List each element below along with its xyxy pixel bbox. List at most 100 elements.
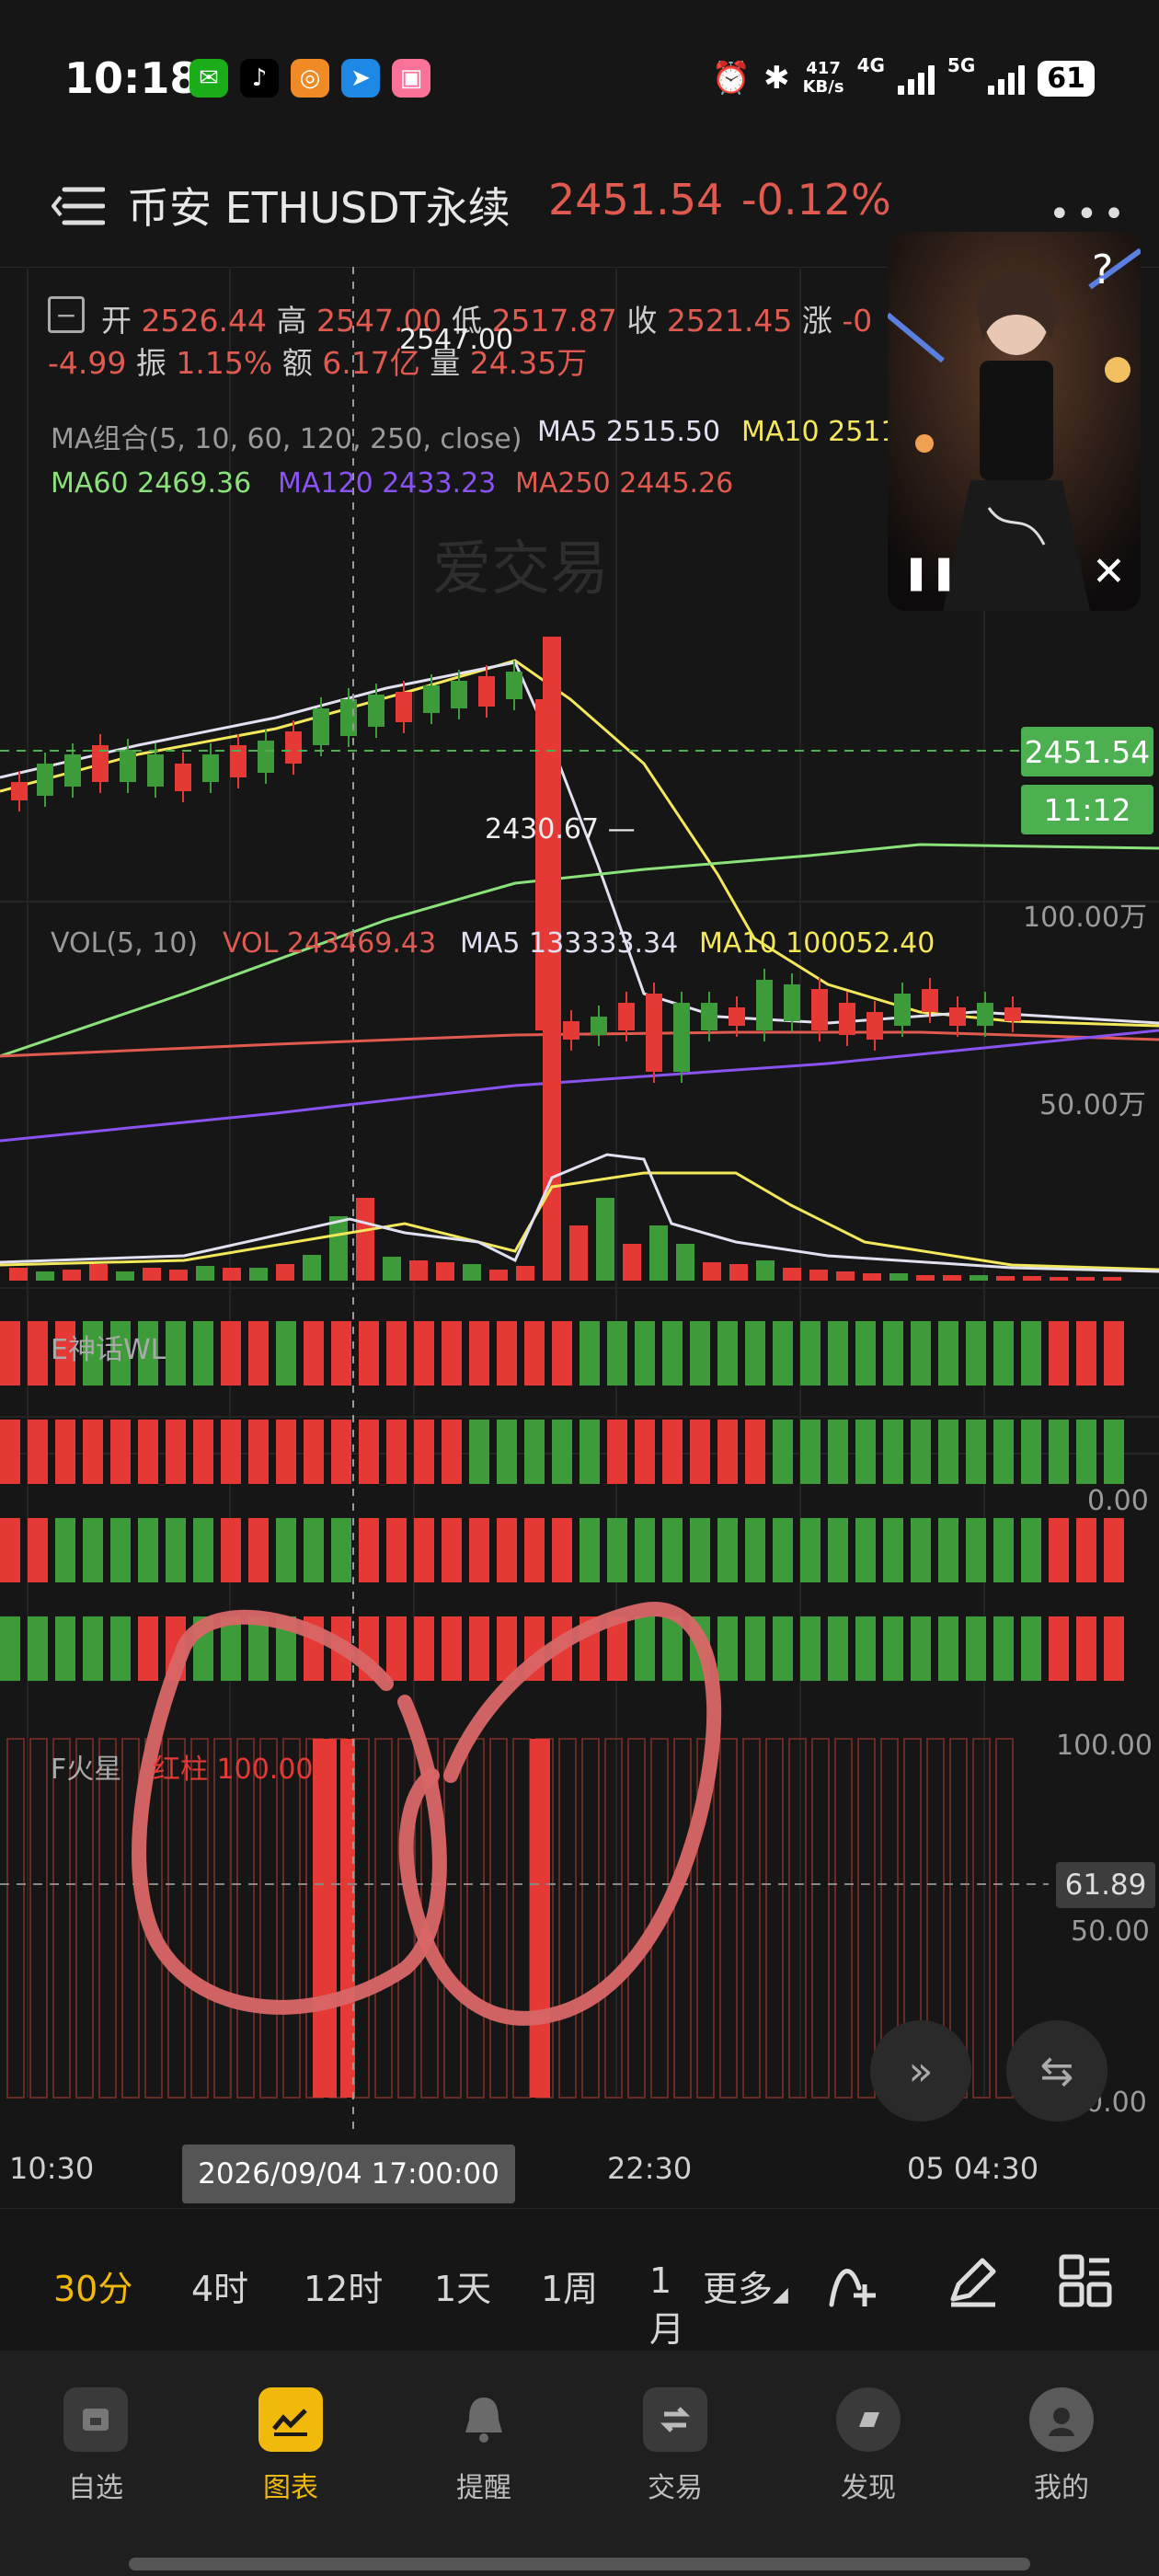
f-signal-bar (313, 1739, 337, 2098)
candle (949, 1007, 966, 1026)
nav-watchlist[interactable]: 自选 (31, 2387, 160, 2505)
nav-label: 我的 (1034, 2472, 1089, 2504)
more-icon[interactable]: ••• (1049, 193, 1130, 236)
e-indicator-bar (745, 1518, 765, 1582)
e-indicator-bar (1076, 1321, 1096, 1386)
nav-chart[interactable]: 图表 (226, 2387, 355, 2505)
menu-icon[interactable] (52, 184, 105, 228)
e-indicator-bar (828, 1321, 848, 1386)
e-indicator-bar (745, 1321, 765, 1386)
help-icon[interactable]: ? (1092, 247, 1113, 293)
e-indicator-bar (855, 1616, 876, 1681)
net-5g-label: 5G (947, 54, 976, 76)
e-indicator-bar (469, 1420, 489, 1484)
fast-forward-button[interactable]: » (870, 2020, 971, 2122)
nav-profile[interactable]: 我的 (997, 2387, 1126, 2505)
signal-5g-icon (988, 62, 1026, 95)
nav-trade[interactable]: 交易 (611, 2387, 740, 2505)
nav-alerts[interactable]: 提醒 (419, 2387, 548, 2505)
e-indicator-bar (911, 1420, 931, 1484)
period-1d[interactable]: 1天 (434, 2260, 491, 2311)
e-indicator-bar (1021, 1420, 1041, 1484)
volume-bar (970, 1275, 988, 1281)
f-indicator-bar (374, 1738, 393, 2099)
f-indicator-bar (6, 1738, 25, 2099)
period-4h[interactable]: 4时 (191, 2260, 248, 2311)
draw-pencil-icon[interactable] (942, 2251, 1001, 2310)
candle (202, 754, 219, 782)
volume-bar (356, 1198, 374, 1281)
e-indicator-bar (469, 1616, 489, 1681)
period-1m[interactable]: 1月 (649, 2260, 683, 2352)
net-4g-label: 4G (856, 54, 885, 76)
e-indicator-bar (1049, 1616, 1069, 1681)
watchlist-icon (63, 2387, 128, 2452)
candle (756, 980, 773, 1030)
price-change: -0.12% (741, 175, 891, 224)
e-indicator-bar (276, 1420, 296, 1484)
indicator-add-icon[interactable] (824, 2251, 883, 2310)
e-indicator-bar (55, 1420, 75, 1484)
e-indicator-bar (966, 1321, 986, 1386)
e-indicator-bar (662, 1518, 683, 1582)
e-indicator-bar (304, 1321, 324, 1386)
candle (258, 741, 274, 773)
vol-axis-mid: 50.00万 (1039, 1089, 1146, 1121)
nav-discover[interactable]: 发现 (804, 2387, 933, 2505)
e-indicator-bar (607, 1420, 627, 1484)
symbol-title[interactable]: 币安 ETHUSDT永续 (127, 175, 511, 236)
candle (673, 1003, 690, 1072)
e-indicator-bar (276, 1518, 296, 1582)
e-indicator-bar (386, 1420, 407, 1484)
e-indicator-bar (110, 1420, 131, 1484)
e-indicator-bar (386, 1616, 407, 1681)
home-indicator[interactable] (129, 2558, 1030, 2570)
e-indicator-bar (800, 1420, 820, 1484)
e-indicator-bar (138, 1420, 158, 1484)
e-indicator-bar (938, 1616, 958, 1681)
volume-bar (223, 1268, 241, 1281)
volume-bar (889, 1273, 908, 1281)
candle (839, 1003, 855, 1035)
e-indicator-bar (55, 1616, 75, 1681)
e-indicator-bar (745, 1420, 765, 1484)
volume-bar (196, 1266, 214, 1281)
e-indicator-bar (414, 1420, 434, 1484)
collapse-info-icon[interactable]: − (48, 296, 85, 333)
layout-toggle-button[interactable]: ⇆ (1006, 2020, 1107, 2122)
e-indicator-bar (635, 1321, 655, 1386)
vol-label: VOL(5, 10) (51, 927, 199, 960)
candle (37, 764, 53, 796)
video-pip[interactable]: ? ❚❚ ✕ (888, 232, 1141, 611)
candle (11, 782, 28, 800)
bottom-nav: 自选 图表 提醒 交易 发现 我的 (0, 2351, 1159, 2576)
countdown-tag: 11:12 (1021, 785, 1153, 834)
e-indicator-bar (524, 1518, 545, 1582)
e-indicator-bar (580, 1321, 600, 1386)
close-icon[interactable]: ✕ (1092, 548, 1126, 595)
profile-icon (1029, 2387, 1094, 2452)
pause-icon[interactable]: ❚❚ (902, 554, 958, 592)
e-indicator-bar (690, 1321, 710, 1386)
candle (701, 1003, 717, 1030)
candle (396, 692, 412, 722)
volume-bar (1103, 1277, 1121, 1281)
e-indicator-bar (1021, 1616, 1041, 1681)
e-indicator-bar (1104, 1321, 1124, 1386)
more-periods-button[interactable]: 更多◢ (703, 2260, 788, 2311)
e-indicator-bar (993, 1321, 1014, 1386)
period-1w[interactable]: 1周 (541, 2260, 598, 2311)
candle (451, 681, 467, 708)
grid-menu-icon[interactable] (1056, 2251, 1115, 2310)
e-indicator-bar (1104, 1420, 1124, 1484)
e-indicator-bar (193, 1420, 213, 1484)
period-30m[interactable]: 30分 (53, 2260, 132, 2311)
e-indicator-bar (855, 1321, 876, 1386)
e-indicator-bar (221, 1321, 241, 1386)
volume-bar (116, 1271, 134, 1281)
ma5-value: MA5 2515.50 (537, 416, 721, 448)
high-marker: 2547.00 (399, 324, 514, 356)
candle (811, 989, 828, 1030)
period-12h[interactable]: 12时 (304, 2260, 383, 2311)
e-indicator-bar (855, 1420, 876, 1484)
